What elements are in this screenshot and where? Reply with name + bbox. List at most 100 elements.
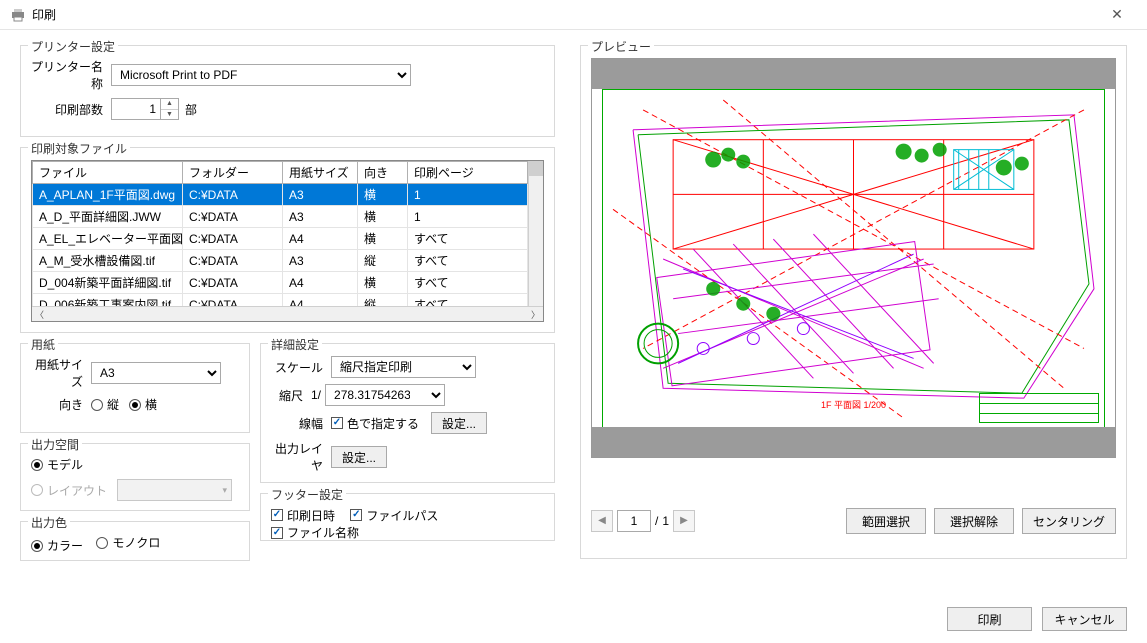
page-prev-button[interactable]: ◀ [591,510,613,532]
cell-paper: A4 [283,272,358,294]
cell-paper: A3 [283,184,358,206]
printer-settings-legend: プリンター設定 [28,38,118,55]
cell-folder: C:¥DATA [183,184,283,206]
cell-orient: 横 [358,184,408,206]
cell-pages: すべて [408,228,528,250]
preview-legend: プレビュー [588,38,654,55]
orient-label: 向き [31,396,91,413]
footer-filename-check[interactable]: ファイル名称 [271,524,359,541]
cell-folder: C:¥DATA [183,272,283,294]
ratio-select[interactable]: 278.3175426321 [325,384,445,406]
page-next-button[interactable]: ▶ [673,510,695,532]
cell-pages: すべて [408,272,528,294]
printer-settings-group: プリンター設定 プリンター名称 Microsoft Print to PDF 印… [20,45,555,137]
cell-folder: C:¥DATA [183,250,283,272]
pager: ◀ / 1 ▶ [591,510,695,532]
print-button[interactable]: 印刷 [947,607,1032,631]
detail-group: 詳細設定 スケール 縮尺指定印刷 縮尺 1/ 278.3175426321 線幅 [260,343,555,483]
centering-button[interactable]: センタリング [1022,508,1116,534]
paper-size-label: 用紙サイズ [31,356,91,390]
footer-filepath-check[interactable]: ファイルパス [350,507,438,524]
cell-paper: A3 [283,206,358,228]
copies-label: 印刷部数 [31,101,111,118]
close-button[interactable]: ✕ [1097,6,1137,23]
mono-radio[interactable]: モノクロ [96,534,160,551]
target-files-group: 印刷対象ファイル ファイル フォルダー 用紙サイズ 向き 印刷ページ A_APL… [20,147,555,333]
cell-paper: A4 [283,228,358,250]
orient-portrait-radio[interactable]: 縦 [91,396,119,413]
scale-mode-select[interactable]: 縮尺指定印刷 [331,356,476,378]
layout-select-disabled [117,479,232,501]
target-files-legend: 印刷対象ファイル [28,140,130,157]
ratio-prefix: 1/ [311,388,321,402]
preview-canvas: 1F 平面図 1/200 [591,58,1116,458]
col-file[interactable]: ファイル [33,162,183,184]
model-radio[interactable]: モデル [31,456,83,473]
cell-orient: 縦 [358,250,408,272]
page-input[interactable] [617,510,651,532]
horizontal-scrollbar[interactable]: 〈〉 [32,306,543,321]
ratio-label: 縮尺 [271,387,311,404]
title-block [979,393,1099,423]
output-color-group: 出力色 カラー モノクロ [20,521,250,561]
table-row[interactable]: A_M_受水槽設備図.tifC:¥DATAA3縦すべて [33,250,528,272]
table-row[interactable]: D_004新築平面詳細図.tifC:¥DATAA4横すべて [33,272,528,294]
spinner-down-icon[interactable]: ▼ [161,110,178,120]
paper-group: 用紙 用紙サイズ A3 向き 縦 横 [20,343,250,433]
drawing-caption: 1F 平面図 1/200 [821,400,886,410]
cell-file: A_APLAN_1F平面図.dwg [33,184,183,206]
file-table[interactable]: ファイル フォルダー 用紙サイズ 向き 印刷ページ A_APLAN_1F平面図.… [31,160,544,322]
printer-name-select[interactable]: Microsoft Print to PDF [111,64,411,86]
col-paper[interactable]: 用紙サイズ [283,162,358,184]
table-row[interactable]: A_APLAN_1F平面図.dwgC:¥DATAA3横1 [33,184,528,206]
printer-icon [10,7,26,23]
cell-file: A_M_受水槽設備図.tif [33,250,183,272]
cell-file: A_D_平面詳細図.JWW [33,206,183,228]
cell-pages: 1 [408,184,528,206]
cell-orient: 横 [358,206,408,228]
copies-unit: 部 [185,101,197,118]
detail-legend: 詳細設定 [268,336,322,353]
cancel-button[interactable]: キャンセル [1042,607,1127,631]
spinner-up-icon[interactable]: ▲ [161,99,178,110]
printer-name-label: プリンター名称 [31,58,111,92]
title-bar: 印刷 ✕ [0,0,1147,30]
cell-pages: 1 [408,206,528,228]
range-select-button[interactable]: 範囲選択 [846,508,926,534]
output-color-legend: 出力色 [28,514,70,531]
output-layer-label: 出力レイヤ [271,440,331,474]
linewidth-settings-button[interactable]: 設定... [431,412,487,434]
table-row[interactable]: A_D_平面詳細図.JWWC:¥DATAA3横1 [33,206,528,228]
layout-radio: レイアウト [31,482,107,499]
drawing-preview: 1F 平面図 1/200 [602,89,1105,429]
deselect-button[interactable]: 選択解除 [934,508,1014,534]
col-folder[interactable]: フォルダー [183,162,283,184]
cell-orient: 横 [358,228,408,250]
paper-size-select[interactable]: A3 [91,362,221,384]
output-layer-settings-button[interactable]: 設定... [331,446,387,468]
orient-landscape-radio[interactable]: 横 [129,396,157,413]
output-space-legend: 出力空間 [28,436,82,453]
page-total: 1 [662,514,669,528]
footer-legend: フッター設定 [268,486,346,503]
cell-file: A_EL_エレベーター平面図.tif [33,228,183,250]
paper-legend: 用紙 [28,336,58,353]
vertical-scrollbar[interactable] [528,161,543,306]
copies-input[interactable] [112,99,160,119]
by-color-check[interactable]: 色で指定する [331,415,419,432]
cell-folder: C:¥DATA [183,228,283,250]
table-row[interactable]: A_EL_エレベーター平面図.tifC:¥DATAA4横すべて [33,228,528,250]
copies-spinner[interactable]: ▲▼ [111,98,179,120]
cell-folder: C:¥DATA [183,206,283,228]
window-title: 印刷 [32,6,1097,23]
color-radio[interactable]: カラー [31,537,83,554]
col-orient[interactable]: 向き [358,162,408,184]
footer-group: フッター設定 印刷日時 ファイルパス ファイル名称 [260,493,555,541]
cell-file: D_004新築平面詳細図.tif [33,272,183,294]
cell-paper: A3 [283,250,358,272]
footer-datetime-check[interactable]: 印刷日時 [271,507,335,524]
cell-pages: すべて [408,250,528,272]
cell-orient: 横 [358,272,408,294]
col-pages[interactable]: 印刷ページ [408,162,528,184]
output-space-group: 出力空間 モデル レイアウト [20,443,250,511]
